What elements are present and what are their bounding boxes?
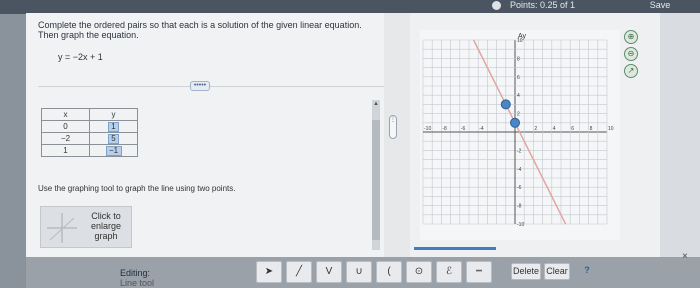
y-tick-label: -8 [517,204,522,210]
x-tick-label: -6 [461,126,466,132]
circle-tool-icon[interactable]: ⊙ [406,261,432,283]
pointer-tool-icon[interactable]: ➤ [256,261,282,283]
scrollbar-thumb[interactable] [372,120,380,240]
y-answer-box[interactable]: 5 [108,133,119,144]
panel-divider [384,13,410,257]
x-tick-label: 8 [590,126,593,132]
help-button[interactable]: ? [578,263,596,280]
enlarge-label-line: enlarge [90,221,122,231]
y-tick-label: -10 [517,222,524,228]
zoom-in-icon[interactable]: ⊕ [624,30,638,44]
delete-button[interactable]: Delete [511,263,541,280]
y-tick-label: -6 [517,185,522,191]
graph-point[interactable] [500,99,511,110]
absolute-value-tool-icon[interactable]: V [316,261,342,283]
divider-line [38,86,384,87]
x-cell: 0 [41,120,90,133]
graph-thumbnail-icon [47,213,77,243]
table-row: −2 5 [41,132,138,145]
y-tick-label: -2 [517,148,522,154]
editing-status: Editing: Line tool [120,268,154,288]
dashed-line-tool-icon[interactable]: ┅ [466,261,492,283]
y-axis-label: Ay [518,33,527,40]
graph-tools: ⊕ ⊖ ↗ [624,30,638,81]
table-header-y: y [89,108,138,121]
progress-line [414,247,496,250]
points-icon [492,1,501,10]
x-tick-label: 4 [553,126,556,132]
enlarge-label-line: graph [94,231,118,241]
table-row: 0 1 [41,120,138,133]
exponential-tool-icon[interactable]: ℰ [436,261,462,283]
y-tick-label: -4 [517,167,522,173]
enlarge-label: Click to enlarge graph [85,211,127,241]
x-tick-label: -10 [424,126,431,132]
save-button[interactable]: Save [640,0,680,10]
y-tick-label: 4 [517,93,520,99]
x-cell: 1 [41,144,90,157]
y-tick-label: 6 [517,75,520,81]
equation: y = −2x + 1 [58,52,103,62]
editing-tool-value: Line tool [120,278,155,288]
y-cell[interactable]: 1 [89,120,138,133]
y-cell[interactable]: −1 [89,144,138,157]
y-cell[interactable]: 5 [89,132,138,145]
panel-collapse-handle[interactable]: ⋮ [389,115,397,139]
zoom-out-icon[interactable]: ⊖ [624,47,638,61]
y-answer-box[interactable]: −1 [105,145,122,156]
parabola-tool-icon[interactable]: ∪ [346,261,372,283]
top-bar [0,0,700,14]
coordinate-graph[interactable]: -10 -8 -6 -4 2 4 6 8 10108642-2-4-6-8-10 Ay [420,30,620,240]
right-edge [660,13,700,257]
scroll-up-arrow-icon[interactable]: ▲ [373,101,379,107]
points-text: Points: 0.25 of 1 [510,0,576,10]
external-link-icon[interactable]: ↗ [624,64,638,78]
enlarge-graph-button[interactable]: Click to enlarge graph [40,206,132,248]
table-row: 1 −1 [41,144,138,157]
graph-point[interactable] [510,117,520,128]
x-tick-label: 2 [534,126,537,132]
editing-label: Editing: [120,268,151,278]
x-tick-label: 6 [571,126,574,132]
y-tick-label: 2 [517,112,520,118]
question-prompt: Complete the ordered pairs so that each … [38,20,362,40]
line-tool-icon[interactable]: ╱ [286,261,312,283]
table-header-x: x [41,108,90,121]
x-tick-label: -4 [479,126,484,132]
ordered-pairs-table: x y 0 1 −2 5 1 −1 [41,108,138,157]
x-cell: −2 [41,132,90,145]
y-tick-label: 8 [517,56,520,62]
x-tick-label: -8 [442,126,447,132]
close-icon[interactable]: × [682,251,688,262]
clear-button[interactable]: Clear [544,263,570,280]
instruction-text: Use the graphing tool to graph the line … [38,184,236,193]
x-tick-label: 10 [608,126,614,132]
curve-tool-icon[interactable]: ( [376,261,402,283]
y-answer-box[interactable]: 1 [108,121,119,132]
more-button[interactable]: ••••• [190,81,210,91]
enlarge-label-line: Click to [91,211,121,221]
